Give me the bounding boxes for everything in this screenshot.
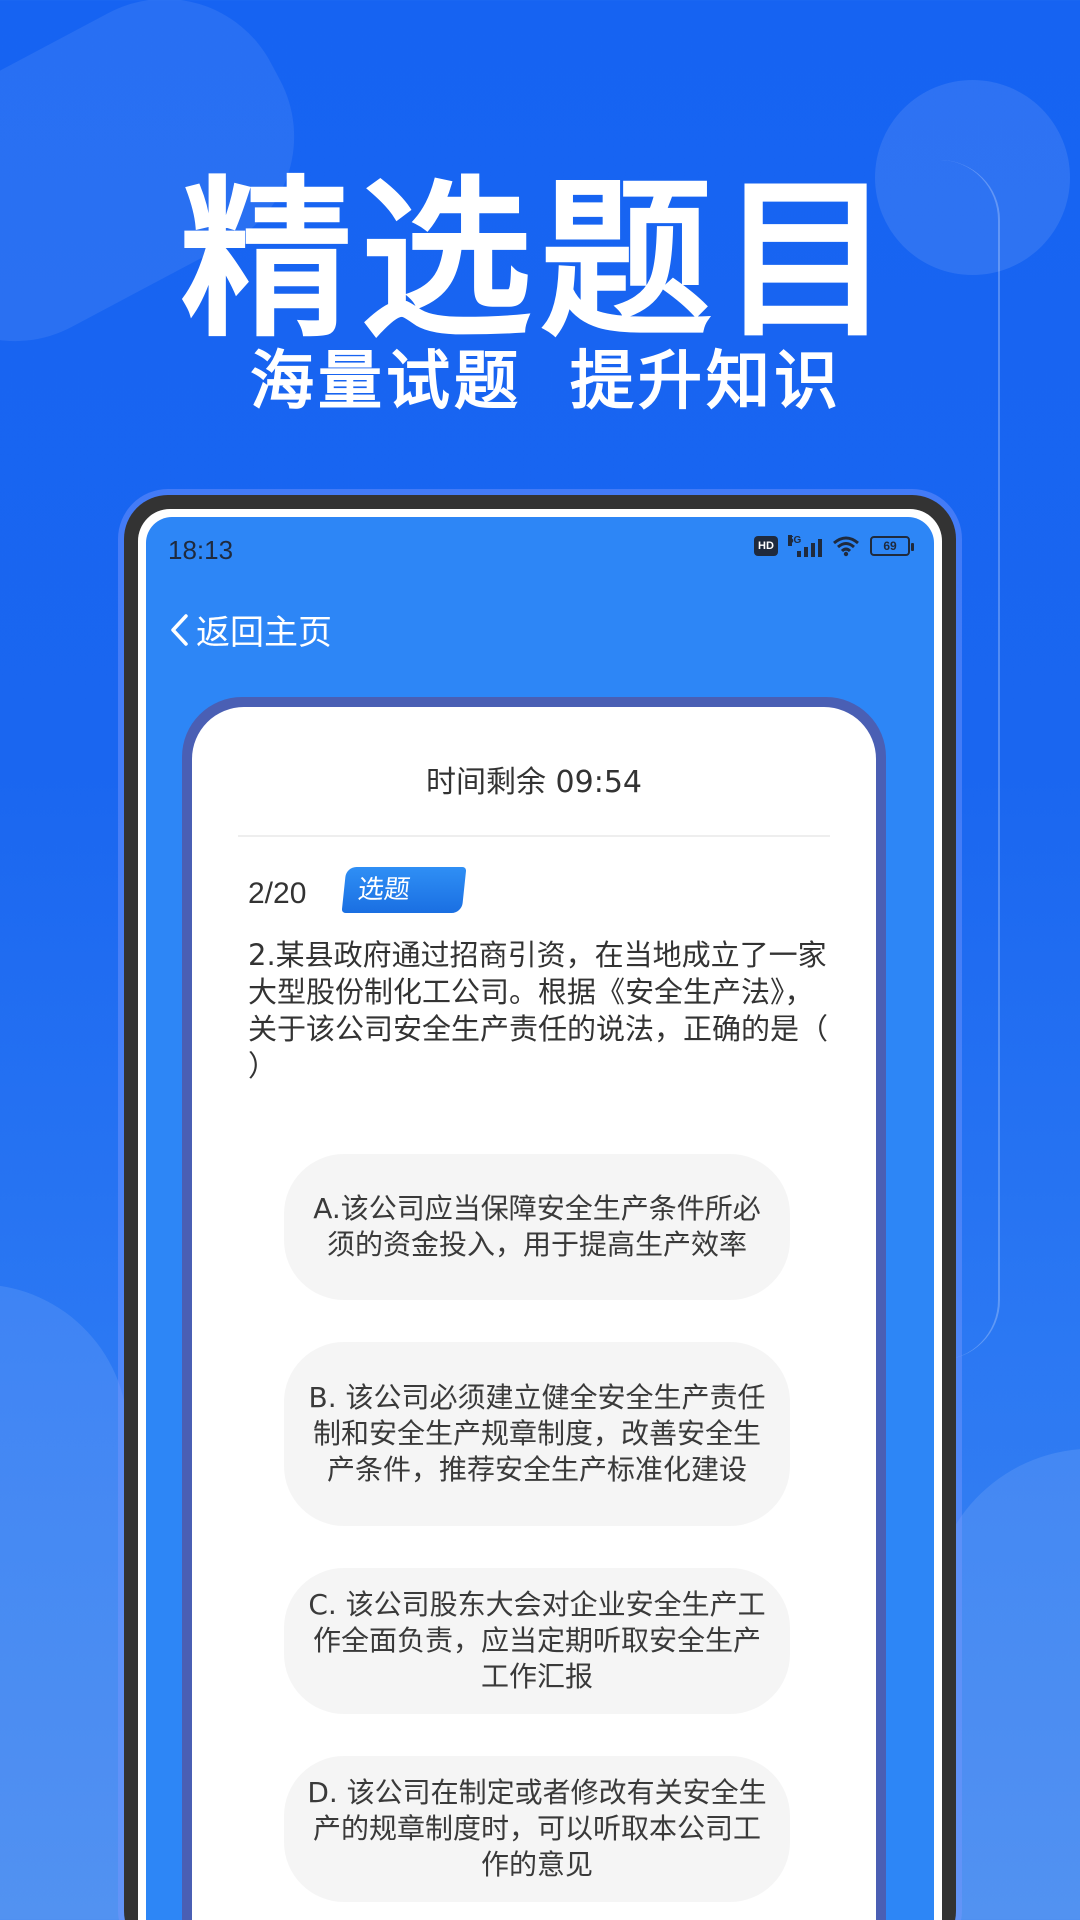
phone-frame: 18:13 HD 5G 69 返回主页 时间剩余 09:54 2/20 选题 2…	[124, 495, 956, 1920]
wifi-icon	[833, 536, 859, 557]
hd-icon: HD	[754, 536, 778, 556]
back-home-button[interactable]: 返回主页	[168, 605, 332, 654]
question-progress: 2/20	[248, 877, 307, 910]
option-b-button[interactable]: B. 该公司必须建立健全安全生产责任制和安全生产规章制度，改善安全生产条件，推荐…	[284, 1342, 790, 1526]
question-text: 2.某县政府通过招商引资，在当地成立了一家大型股份制化工公司。根据《安全生产法》…	[248, 938, 867, 1083]
back-home-label: 返回主页	[196, 613, 332, 653]
countdown-timer: 时间剩余 09:54	[426, 765, 642, 800]
quiz-card: 时间剩余 09:54 2/20 选题 2.某县政府通过招商引资，在当地成立了一家…	[192, 707, 876, 1920]
promo-headline: 精选题目	[180, 160, 900, 361]
promo-subtitle-left: 海量试题	[250, 345, 522, 419]
chevron-left-icon	[171, 613, 188, 646]
battery-icon: 69	[870, 536, 914, 556]
network-type: 5G	[788, 535, 802, 546]
divider	[238, 835, 830, 837]
status-bar: 18:13 HD 5G 69	[146, 517, 934, 587]
status-time: 18:13	[168, 535, 234, 565]
app-screen: 18:13 HD 5G 69 返回主页 时间剩余 09:54 2/20 选题 2…	[146, 517, 934, 1920]
option-a-button[interactable]: A.该公司应当保障安全生产条件所必须的资金投入，用于提高生产效率	[284, 1154, 790, 1300]
status-icons: HD 5G 69	[754, 535, 914, 557]
option-d-button[interactable]: D. 该公司在制定或者修改有关安全生产的规章制度时，可以听取本公司工作的意见	[284, 1756, 790, 1902]
question-type-badge: 选题	[341, 867, 467, 913]
quiz-card-frame: 时间剩余 09:54 2/20 选题 2.某县政府通过招商引资，在当地成立了一家…	[182, 697, 886, 1920]
phone-bezel: 18:13 HD 5G 69 返回主页 时间剩余 09:54 2/20 选题 2…	[138, 509, 942, 1920]
promo-subtitle-right: 提升知识	[570, 345, 842, 419]
signal-icon: 5G	[788, 535, 822, 557]
option-c-button[interactable]: C. 该公司股东大会对企业安全生产工作全面负责，应当定期听取安全生产工作汇报	[284, 1568, 790, 1714]
